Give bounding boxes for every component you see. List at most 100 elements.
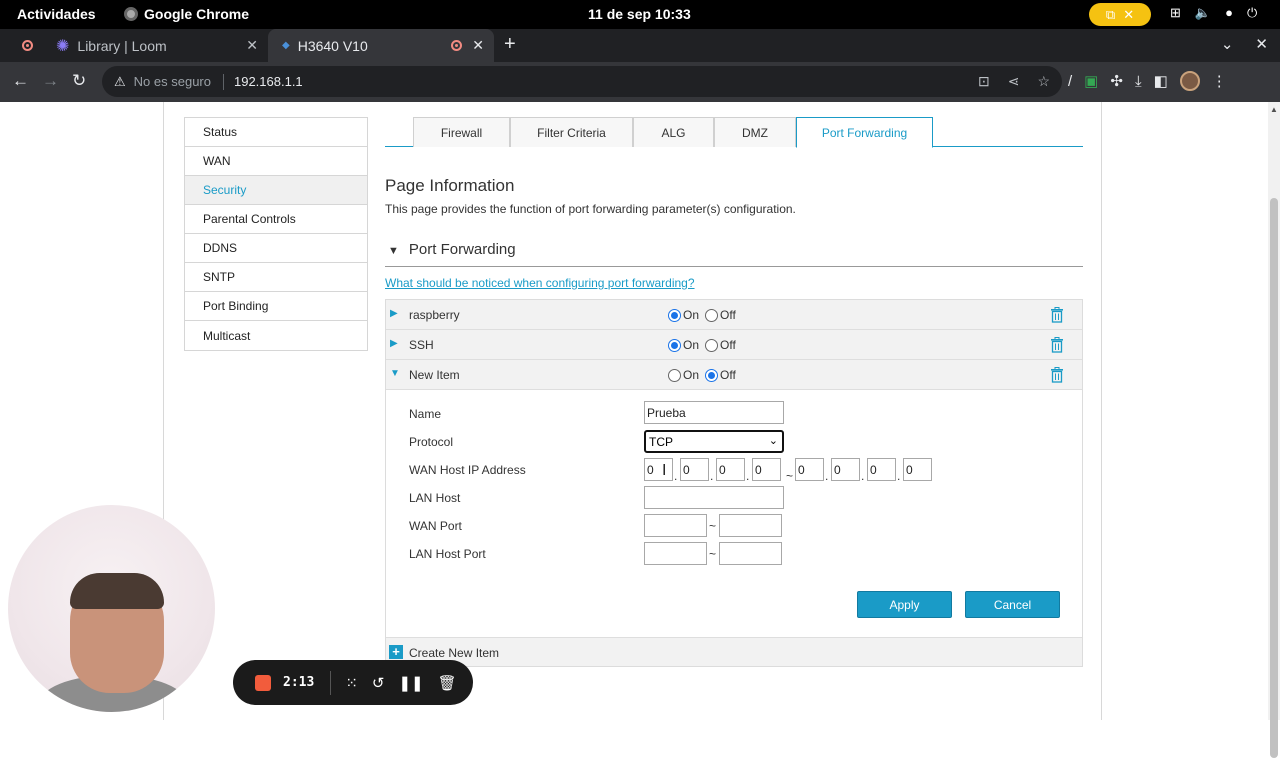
sidebar-item-port-binding[interactable]: Port Binding [185,292,367,321]
tab-title: H3640 V10 [297,37,368,54]
sidebar-item-sntp[interactable]: SNTP [185,263,367,292]
sidebar-item-status[interactable]: Status [185,118,367,147]
bookmark-star-icon[interactable]: ☆ [1037,73,1050,90]
wan-port-label: WAN Port [409,519,462,533]
wan-ip-end-octet-4[interactable] [903,458,932,481]
extensions-puzzle-icon[interactable]: ✣ [1110,72,1123,90]
forward-icon[interactable]: → [42,71,59,91]
rule-off-radio[interactable] [705,309,719,322]
translate-icon[interactable]: ⊡ [978,73,990,90]
wan-port-start-input[interactable] [644,514,707,537]
activities-button[interactable]: Actividades [17,6,96,22]
wan-ip-start-octet-3[interactable] [716,458,745,481]
reload-icon[interactable]: ↻ [72,71,86,91]
tab-dmz[interactable]: DMZ [714,117,796,147]
close-window-icon[interactable]: ✕ [1255,35,1268,53]
section-heading[interactable]: ▼ Port Forwarding [385,241,1083,267]
tab-router[interactable]: ◆ H3640 V10 ✕ [268,29,494,62]
protocol-select[interactable]: TCP ⌄ [644,430,784,453]
ip-dot: . [825,469,829,483]
extension-sheets-icon[interactable]: ▣ [1084,72,1098,90]
stop-recording-button[interactable] [255,674,271,691]
wan-ip-start-octet-2[interactable] [680,458,709,481]
sidebar-item-security[interactable]: Security [185,176,367,205]
tab-search-icon[interactable]: ⌄ [1221,35,1234,53]
rule-off-radio[interactable] [705,369,719,382]
rule-on-radio[interactable] [668,369,681,382]
sidebar-item-ddns[interactable]: DDNS [185,234,367,263]
sidebar-item-wan[interactable]: WAN [185,147,367,176]
sidebar-item-parental-controls[interactable]: Parental Controls [185,205,367,234]
menu-kebab-icon[interactable]: ⋮ [1212,72,1227,90]
security-side-menu: Status WAN Security Parental Controls DD… [184,117,368,351]
rule-on-radio[interactable] [668,309,681,322]
wan-ip-start-octet-1[interactable] [644,458,673,481]
text-cursor-icon: I [662,462,667,479]
tab-port-forwarding[interactable]: Port Forwarding [796,117,933,148]
url-text[interactable]: 192.168.1.1 [234,74,303,89]
ip-range-tilde: ~ [786,469,794,483]
notice-help-link[interactable]: What should be noticed when configuring … [385,276,695,290]
rule-on-radio[interactable] [668,339,681,352]
address-bar[interactable]: ⚠ No es seguro 192.168.1.1 ⊡ ⋖ ☆ [102,66,1062,97]
rule-row-expanded[interactable]: ▼ New Item On Off [386,360,1082,390]
download-icon[interactable]: ⤓ [1135,73,1142,90]
radio-off-label: Off [720,337,736,352]
lan-port-start-input[interactable] [644,542,707,565]
tab-loom[interactable]: ✺ Library | Loom ✕ [46,29,268,62]
create-new-item-row[interactable]: + Create New Item [386,638,1082,666]
trash-icon[interactable]: 🗑 [438,674,457,692]
expand-triangle-icon[interactable]: ▶ [390,308,398,319]
create-new-item-label: Create New Item [409,646,500,660]
expand-triangle-icon[interactable]: ▶ [390,338,398,349]
tab-filter-criteria[interactable]: Filter Criteria [510,117,633,147]
security-label: No es seguro [133,74,211,89]
profile-avatar[interactable] [1179,71,1200,91]
screen-recording-indicator[interactable]: ⧉ ✕ [1089,3,1151,26]
lan-port-end-input[interactable] [719,542,782,565]
ip-dot: . [710,469,714,483]
port-forwarding-rules: ▶ raspberry On Off ▶ SSH On Off ▼ New It… [385,299,1083,667]
lan-host-input[interactable] [644,486,784,509]
tab-firewall[interactable]: Firewall [413,117,510,147]
share-icon[interactable]: ⋖ [1008,73,1020,90]
new-tab-icon[interactable]: + [504,33,516,56]
chrome-icon [124,7,138,21]
port-range-tilde: ~ [709,519,717,533]
delete-trash-icon[interactable] [1050,337,1064,353]
clock[interactable]: 11 de sep 10:33 [588,6,691,22]
restart-icon[interactable]: ↺ [372,674,385,692]
extension-pen-icon[interactable]: / [1068,73,1072,90]
loom-webcam-bubble[interactable] [8,505,215,712]
close-tab-icon[interactable]: ✕ [472,37,484,54]
side-panel-icon[interactable]: ◧ [1154,72,1168,90]
name-input[interactable] [644,401,784,424]
cancel-button[interactable]: Cancel [965,591,1060,618]
page-scrollbar[interactable]: ▲ [1268,102,1280,758]
collapse-triangle-icon[interactable]: ▼ [390,368,400,379]
close-tab-icon[interactable]: ✕ [246,37,258,54]
wan-ip-end-octet-1[interactable] [795,458,824,481]
wan-port-end-input[interactable] [719,514,782,537]
app-menu[interactable]: Google Chrome [124,6,249,22]
wan-ip-start-octet-4[interactable] [752,458,781,481]
rule-off-radio[interactable] [705,339,719,352]
scrollbar-thumb[interactable] [1270,198,1278,758]
delete-trash-icon[interactable] [1050,367,1064,383]
drag-grid-icon[interactable]: ⁙ [345,674,358,692]
warning-icon: ⚠ [114,73,126,89]
sidebar-item-multicast[interactable]: Multicast [185,321,367,350]
scroll-up-arrow-icon[interactable]: ▲ [1270,105,1278,114]
delete-trash-icon[interactable] [1050,307,1064,323]
wan-ip-end-octet-3[interactable] [867,458,896,481]
apply-button[interactable]: Apply [857,591,952,618]
pause-icon[interactable]: ❚❚ [398,674,423,692]
rule-row[interactable]: ▶ SSH On Off [386,330,1082,360]
system-tray[interactable]: ⊞ 🔈 ● ⏻ [1170,5,1257,21]
back-icon[interactable]: ← [12,71,29,91]
wan-ip-end-octet-2[interactable] [831,458,860,481]
rule-row[interactable]: ▶ raspberry On Off [386,300,1082,330]
recording-tab[interactable] [10,29,44,62]
tab-alg[interactable]: ALG [633,117,714,147]
rule-name: SSH [409,338,434,352]
